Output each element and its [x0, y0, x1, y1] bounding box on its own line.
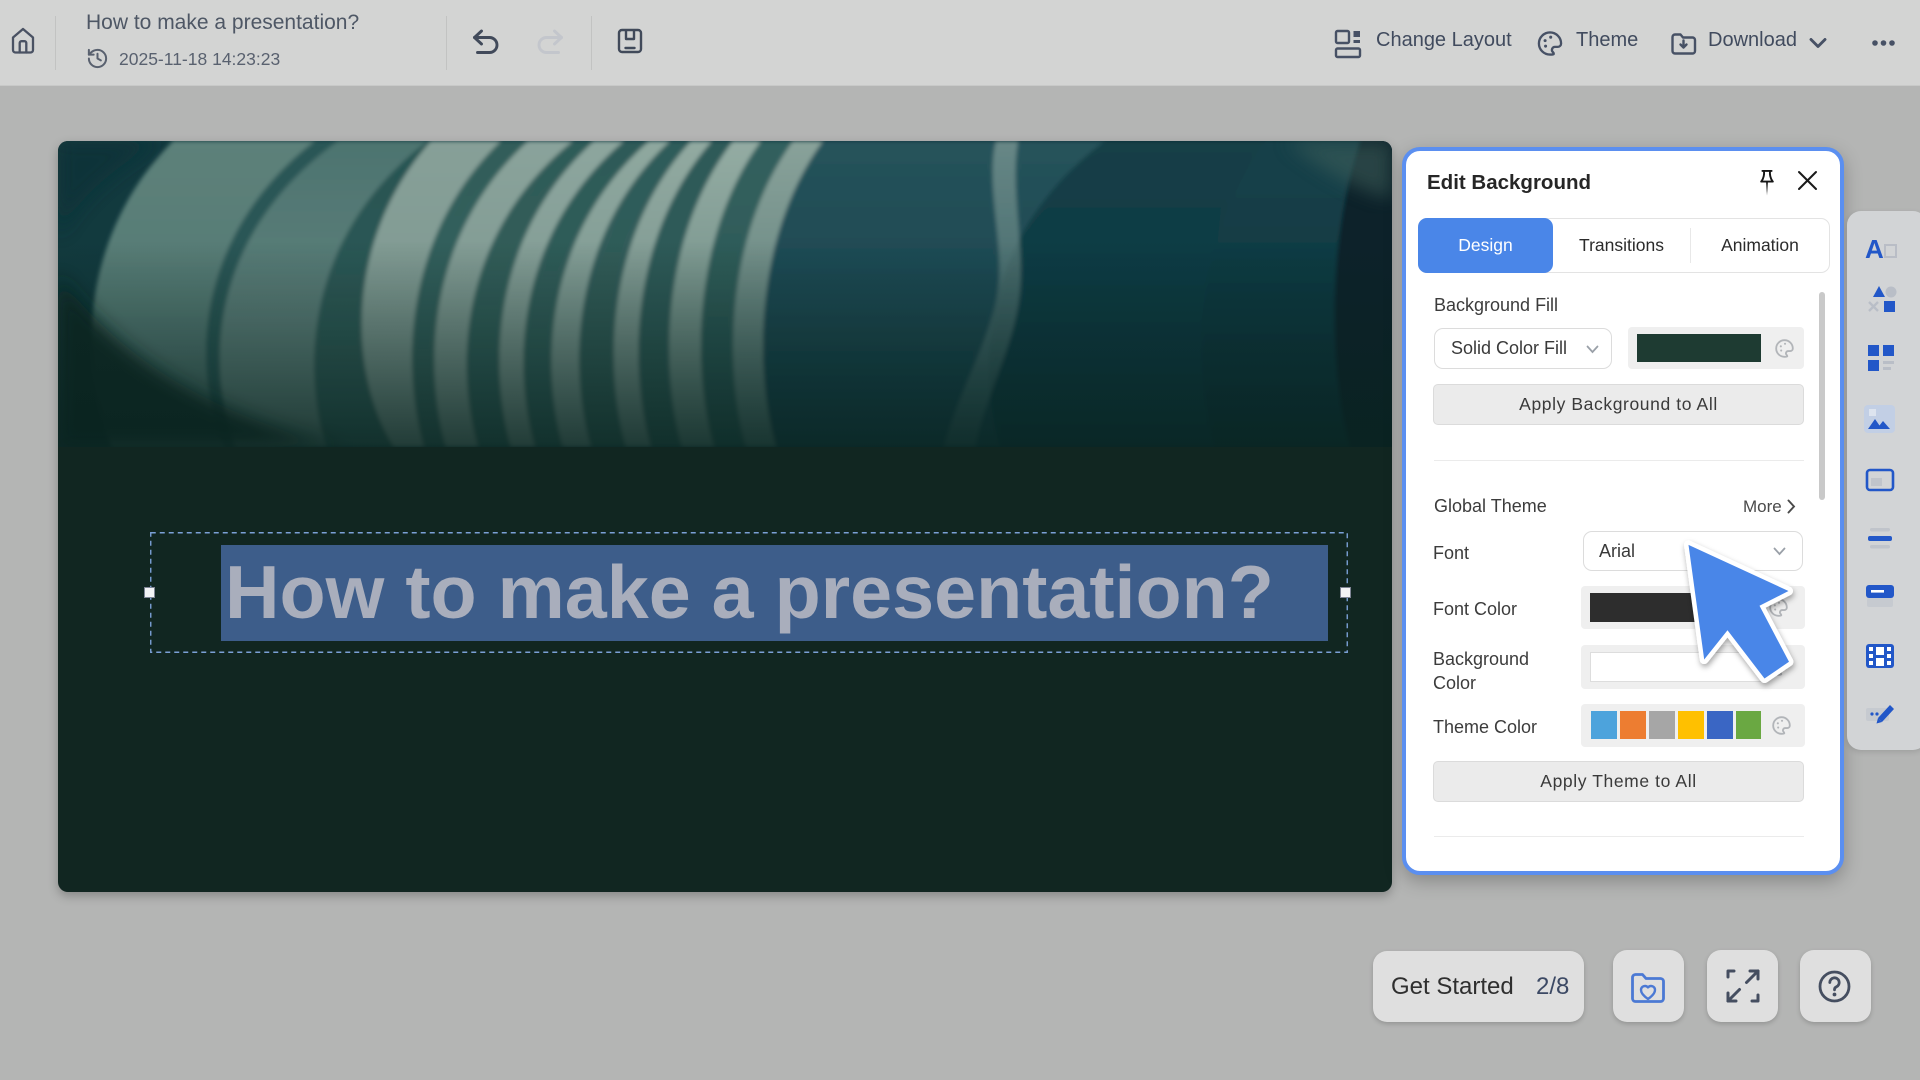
svg-text:A: A	[1865, 234, 1884, 264]
